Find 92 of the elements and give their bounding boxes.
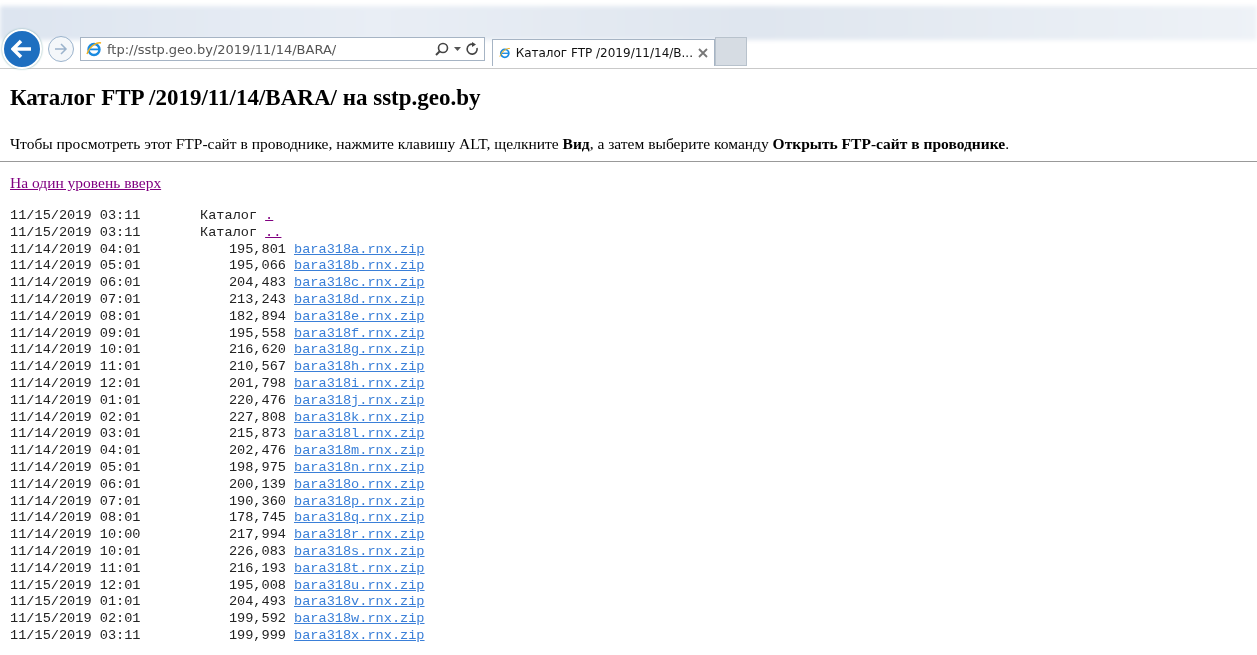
size-text: 204,493	[227, 594, 286, 612]
file-link[interactable]: bara318w.rnx.zip	[294, 611, 425, 628]
file-link[interactable]: bara318p.rnx.zip	[294, 493, 425, 511]
date-text: 11/14/2019 10:01	[10, 342, 142, 360]
size-text: 199,592	[227, 611, 286, 628]
right-arrow-icon	[54, 43, 68, 55]
file-link[interactable]: bara318s.rnx.zip	[294, 543, 425, 561]
size-text: 227,808	[227, 409, 286, 427]
file-link[interactable]: bara318n.rnx.zip	[294, 459, 425, 477]
caret-icon[interactable]	[454, 47, 461, 51]
file-link[interactable]: bara318c.rnx.zip	[294, 275, 425, 292]
size-text: 210,567	[227, 359, 286, 376]
file-link[interactable]: bara318f.rnx.zip	[294, 325, 425, 343]
date-text: 11/14/2019 10:01	[10, 543, 142, 561]
file-link[interactable]: bara318v.rnx.zip	[294, 594, 425, 612]
size-text: 182,894	[227, 308, 286, 326]
date-text: 11/14/2019 05:01	[10, 459, 142, 477]
browser-logo-icon	[499, 45, 511, 61]
file-link[interactable]: bara318m.rnx.zip	[294, 443, 425, 460]
date-text: 11/14/2019 10:00	[10, 527, 142, 544]
size-text: 195,008	[227, 577, 286, 595]
date-text: 11/14/2019 04:01	[10, 241, 142, 259]
size-text: 216,620	[227, 342, 286, 360]
page-heading: Каталог FTP /2019/11/14/BARA/ на sstp.geo.by	[10, 85, 482, 111]
file-link[interactable]: bara318i.rnx.zip	[294, 375, 425, 393]
date-text: 11/14/2019 02:01	[10, 409, 142, 427]
date-text: 11/14/2019 12:01	[10, 375, 142, 393]
hint-text: Чтобы просмотреть этот FTP-сайт в проводнике, нажмите клавишу ALT, щелкните Вид, а затем выберите команду Открыть FTP-сайт в проводнике.	[10, 135, 1011, 153]
size-text: 216,193	[227, 560, 286, 578]
size-text: 201,798	[227, 375, 286, 393]
file-link[interactable]: bara318g.rnx.zip	[294, 342, 425, 360]
type-text: Каталог	[200, 224, 258, 240]
date-text: 11/14/2019 07:01	[10, 493, 142, 511]
file-link[interactable]: bara318b.rnx.zip	[294, 258, 425, 276]
date-text: 11/14/2019 07:01	[10, 292, 142, 309]
left-arrow-icon	[11, 39, 33, 59]
date-text: 11/14/2019 08:01	[10, 308, 142, 326]
size-text: 202,476	[227, 443, 286, 460]
file-link[interactable]: bara318d.rnx.zip	[294, 292, 425, 309]
file-link[interactable]: bara318u.rnx.zip	[294, 577, 425, 595]
search-icon[interactable]	[435, 42, 449, 56]
size-text: 198,975	[227, 459, 286, 477]
type-text: Каталог	[200, 208, 258, 223]
file-link[interactable]: bara318h.rnx.zip	[294, 359, 425, 376]
size-text: 199,999	[227, 627, 286, 645]
date-text: 11/14/2019 11:01	[10, 359, 142, 376]
file-link[interactable]: bara318k.rnx.zip	[294, 409, 425, 427]
date-text: 11/15/2019 02:01	[10, 611, 142, 628]
date-text: 11/14/2019 01:01	[10, 392, 142, 410]
date-text: 11/14/2019 09:01	[10, 325, 142, 343]
date-text: 11/14/2019 11:01	[10, 560, 142, 578]
size-text: 190,360	[227, 493, 286, 511]
date-text: 11/14/2019 05:01	[10, 258, 142, 276]
size-text: 215,873	[227, 426, 286, 444]
file-link[interactable]: bara318o.rnx.zip	[294, 476, 425, 494]
file-link[interactable]: bara318a.rnx.zip	[294, 241, 425, 259]
size-text: 217,994	[227, 527, 286, 544]
date-text: 11/14/2019 04:01	[10, 443, 142, 460]
close-icon[interactable]	[698, 48, 708, 58]
size-text: 226,083	[227, 543, 286, 561]
date-text: 11/14/2019 08:01	[10, 510, 142, 528]
size-text: 200,139	[227, 476, 286, 494]
refresh-icon[interactable]	[466, 42, 479, 56]
date-text: 11/15/2019 03:11	[10, 627, 142, 645]
size-text: 178,745	[227, 510, 286, 528]
file-link[interactable]: bara318l.rnx.zip	[294, 426, 425, 444]
directory-link[interactable]: .	[265, 208, 274, 225]
browser-logo-icon	[86, 41, 102, 57]
date-text: 11/15/2019 03:11	[10, 208, 142, 225]
file-link[interactable]: bara318q.rnx.zip	[294, 510, 425, 528]
size-text: 220,476	[227, 392, 286, 410]
size-text: 213,243	[227, 292, 286, 309]
file-link[interactable]: bara318x.rnx.zip	[294, 627, 425, 645]
date-text: 11/14/2019 03:01	[10, 426, 142, 444]
parent-directory-link[interactable]: На один уровень вверх	[10, 174, 162, 191]
size-text: 195,558	[227, 325, 286, 343]
file-link[interactable]: bara318e.rnx.zip	[294, 308, 425, 326]
date-text: 11/15/2019 03:11	[10, 224, 142, 242]
back-button[interactable]	[2, 29, 42, 69]
directory-link[interactable]: ..	[265, 224, 282, 242]
size-text: 195,801	[227, 241, 286, 259]
size-text: 195,066	[227, 258, 286, 276]
size-text: 204,483	[227, 275, 286, 292]
date-text: 11/15/2019 12:01	[10, 577, 142, 595]
date-text: 11/15/2019 01:01	[10, 594, 142, 612]
file-link[interactable]: bara318j.rnx.zip	[294, 392, 425, 410]
date-text: 11/14/2019 06:01	[10, 476, 142, 494]
address-field[interactable]: ftp://sstp.geo.by/2019/11/14/BARA/	[80, 37, 485, 61]
browser-tab[interactable]: Каталог FTP /2019/11/14/B...	[492, 39, 715, 66]
file-link[interactable]: bara318t.rnx.zip	[294, 560, 425, 578]
date-text: 11/14/2019 06:01	[10, 275, 142, 292]
file-link[interactable]: bara318r.rnx.zip	[294, 527, 425, 544]
